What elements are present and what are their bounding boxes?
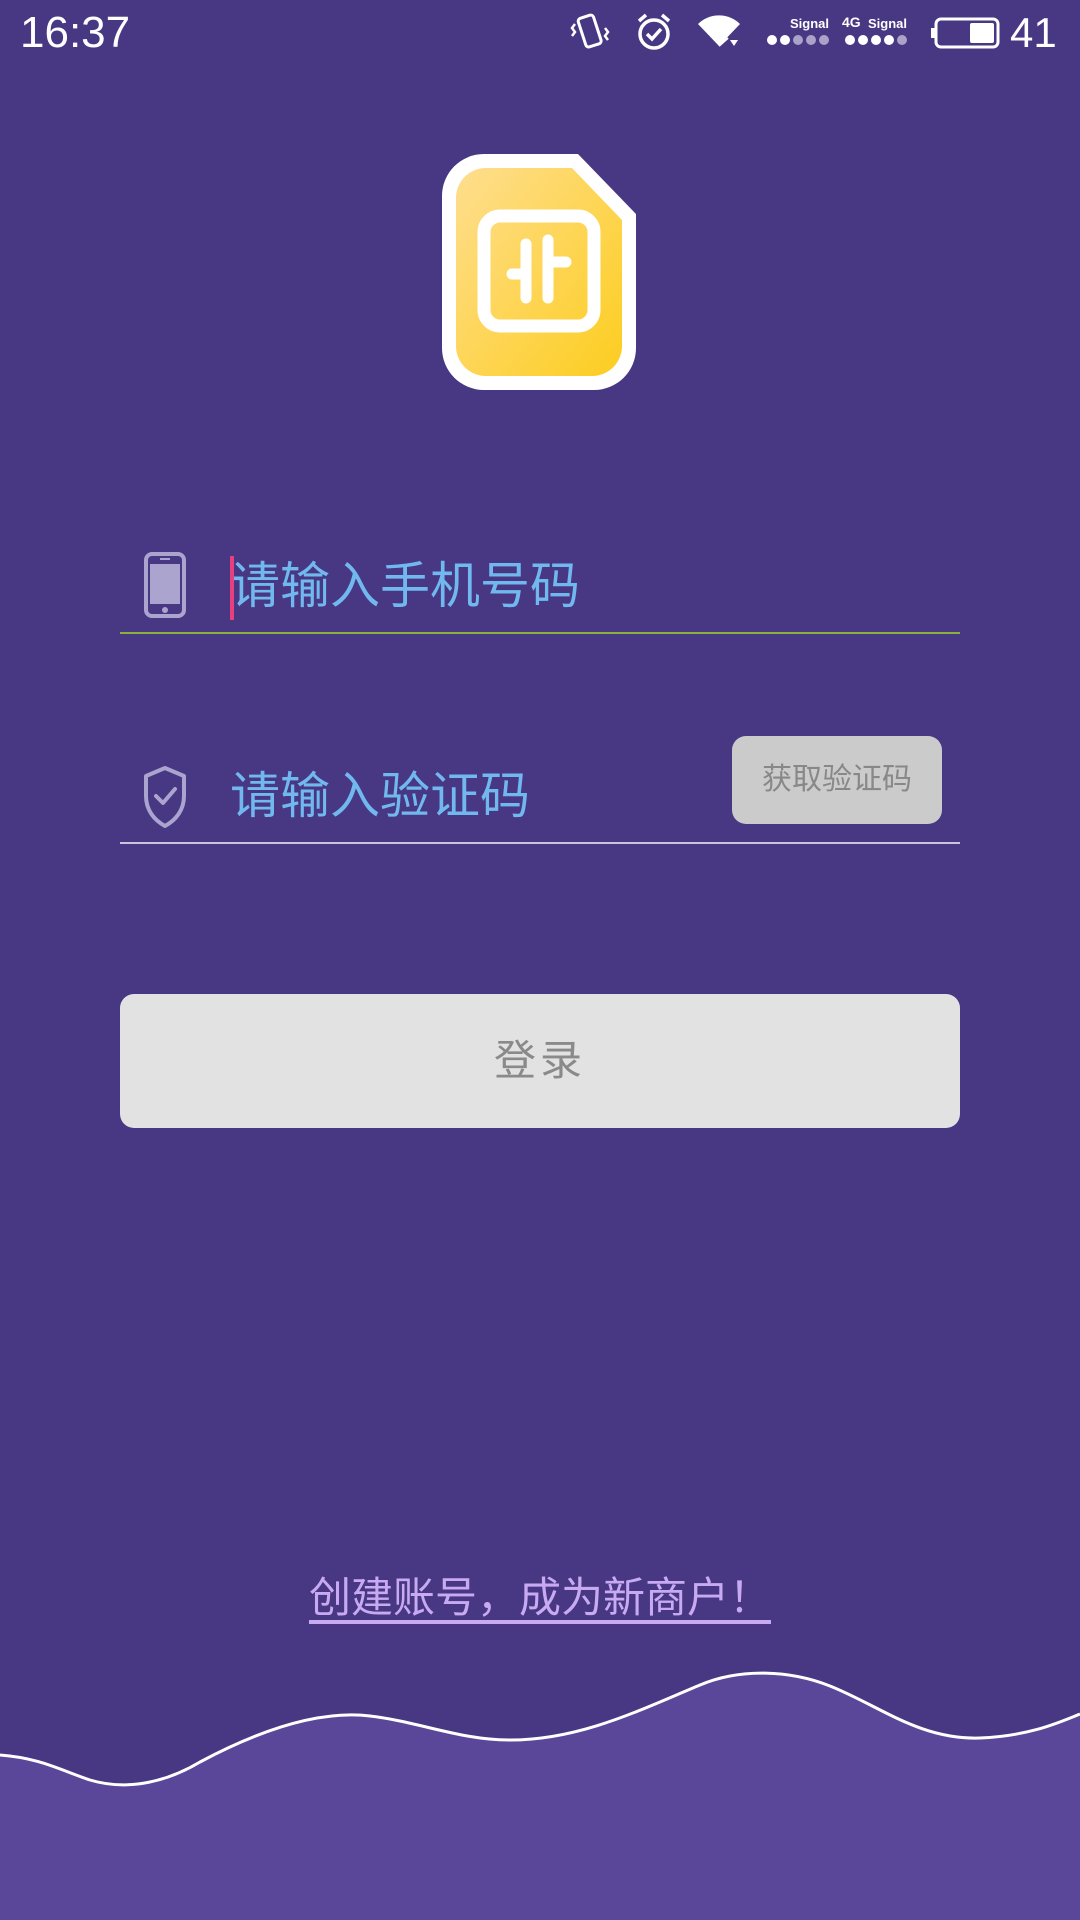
bottom-wave-decoration <box>0 1671 1080 1920</box>
battery-level: 41 <box>1010 9 1057 56</box>
status-icons: Signal 4G Signal <box>570 10 1070 60</box>
phone-input[interactable] <box>230 546 950 626</box>
verification-code-field[interactable]: 获取验证码 <box>120 720 960 844</box>
create-account-link[interactable]: 创建账号，成为新商户！ <box>309 1573 771 1622</box>
verification-code-input[interactable] <box>230 756 710 836</box>
app-logo-icon <box>442 154 636 390</box>
status-time: 16:37 <box>20 8 131 57</box>
code-field-underline <box>120 842 960 844</box>
phone-field[interactable] <box>120 540 960 634</box>
network-type-label: 4G <box>842 14 861 30</box>
phone-icon <box>144 552 186 618</box>
shield-check-icon <box>144 766 186 828</box>
text-cursor <box>230 556 234 620</box>
signal-icon <box>767 35 829 45</box>
battery-icon <box>931 17 1000 49</box>
alarm-icon <box>637 13 671 50</box>
wifi-icon <box>698 15 740 47</box>
vibrate-icon <box>570 13 610 49</box>
login-button[interactable]: 登录 <box>120 994 960 1128</box>
status-bar: 16:37 Signal 4G Signal 41 <box>0 0 1080 66</box>
signal-1-label: Signal <box>790 16 830 31</box>
get-code-button[interactable]: 获取验证码 <box>732 736 942 824</box>
signal-2-label: Signal <box>868 16 908 31</box>
phone-field-underline <box>120 632 960 634</box>
signal-icon <box>845 35 907 45</box>
register-link-container: 创建账号，成为新商户！ <box>0 1568 1080 1628</box>
